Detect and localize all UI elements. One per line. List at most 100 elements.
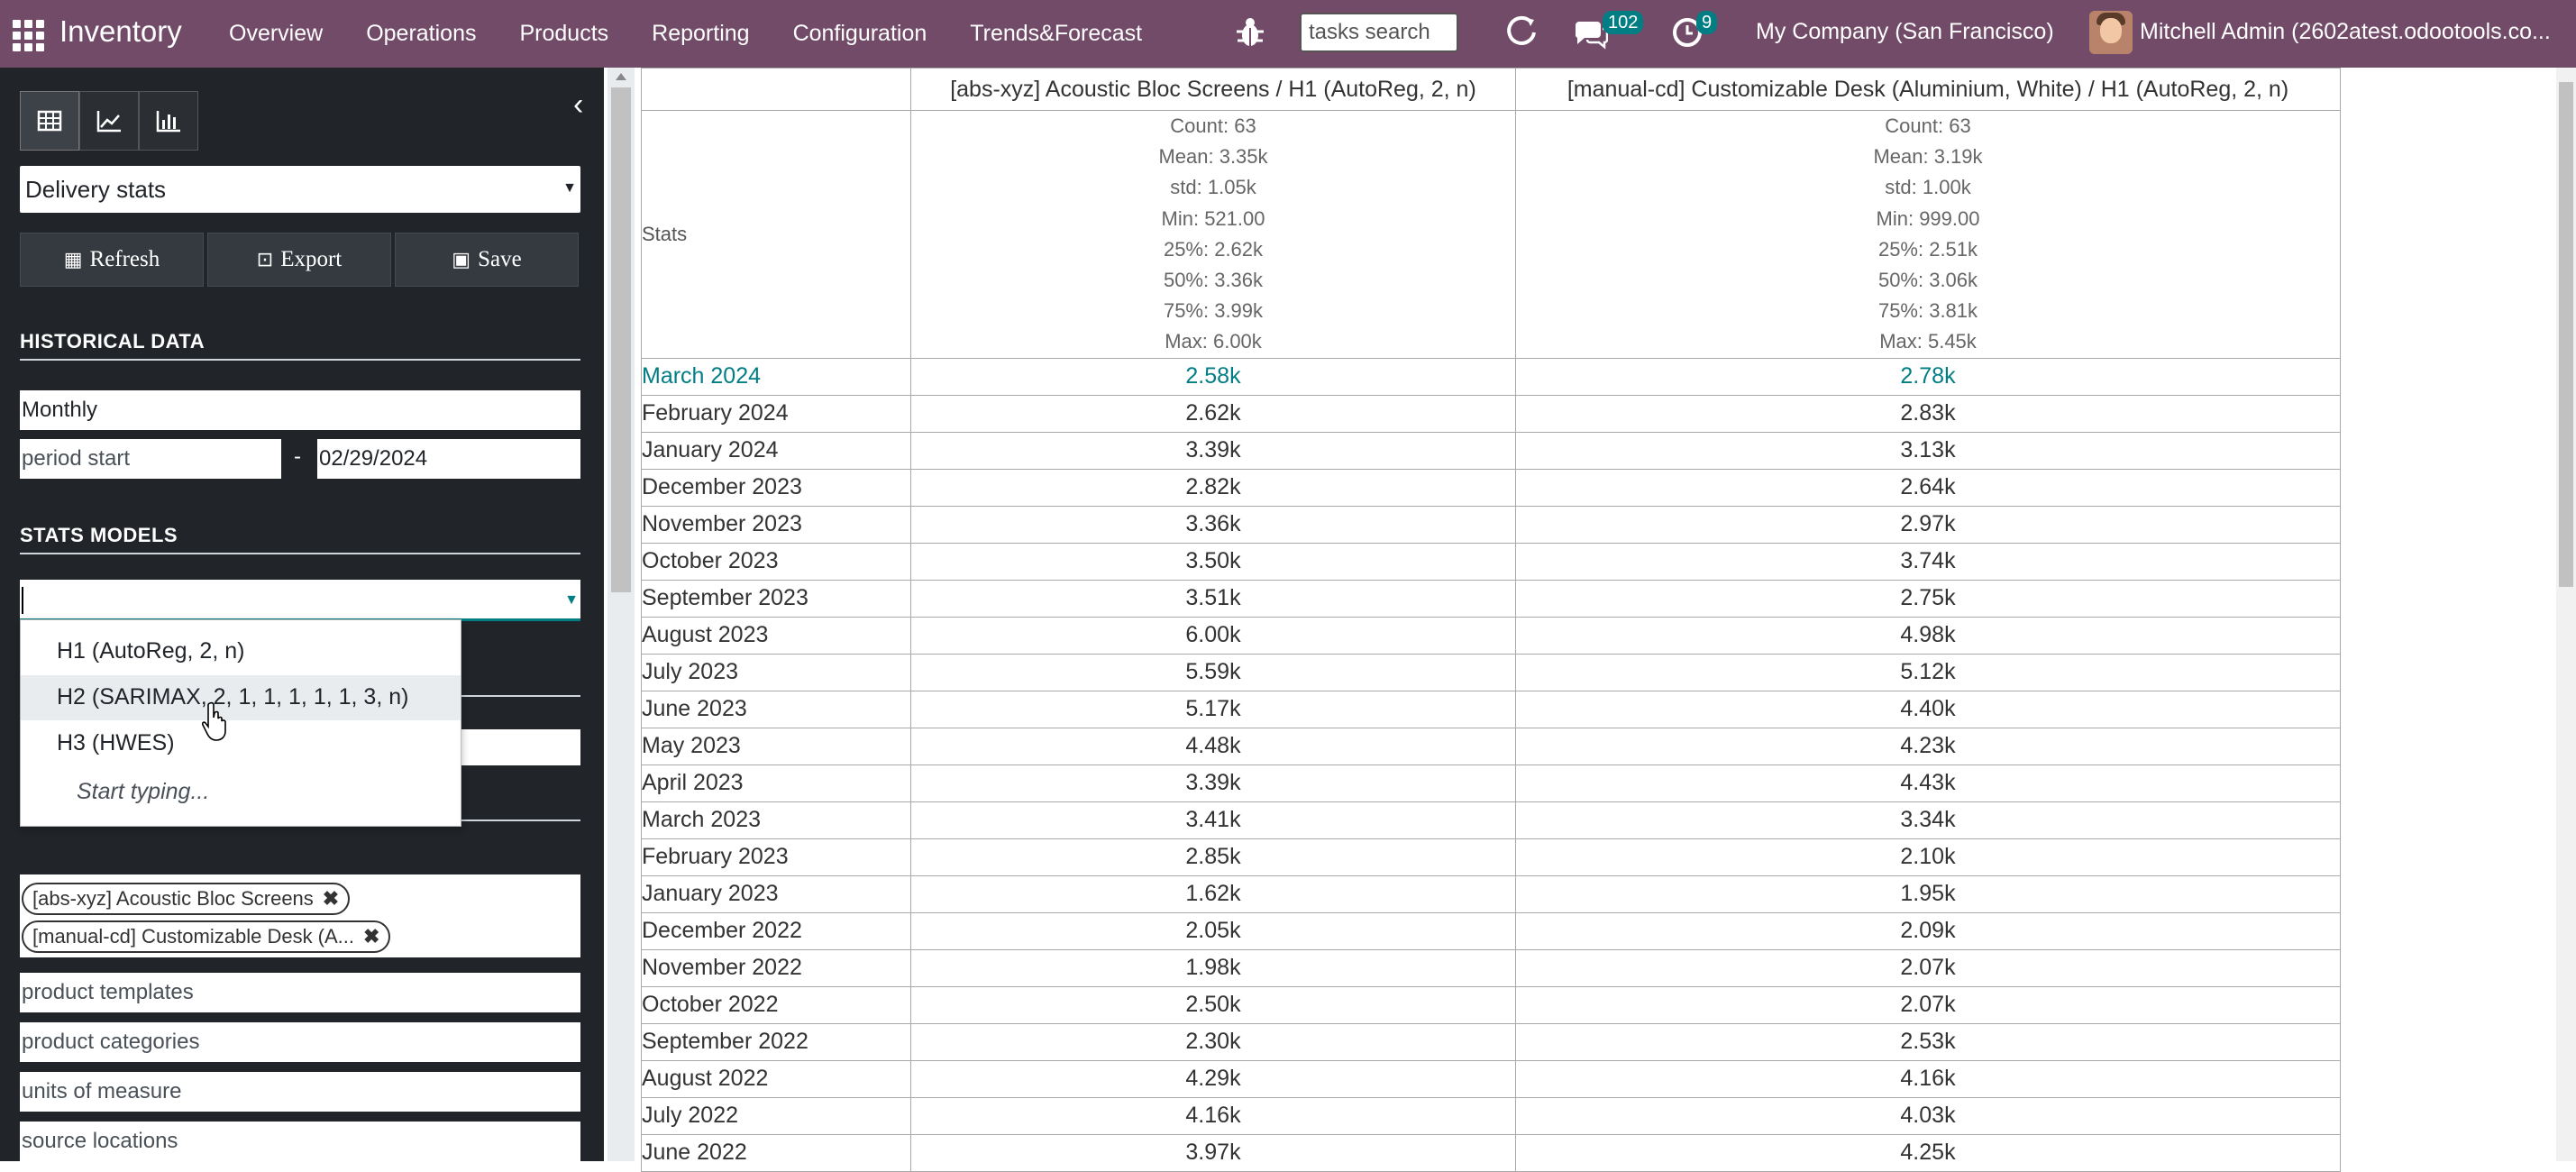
value-cell[interactable]: 2.82k (910, 468, 1516, 507)
dropdown-option-h1[interactable]: H1 (AutoReg, 2, n) (21, 629, 461, 674)
row-period-label[interactable]: March 2023 (641, 801, 911, 839)
value-cell[interactable]: 3.39k (910, 764, 1516, 802)
value-cell[interactable]: 4.29k (910, 1059, 1516, 1098)
value-cell[interactable]: 2.75k (1515, 579, 2341, 618)
value-cell[interactable]: 4.16k (1515, 1059, 2341, 1098)
value-cell[interactable]: 2.07k (1515, 948, 2341, 987)
row-period-label[interactable]: June 2023 (641, 690, 911, 728)
value-cell[interactable]: 4.03k (1515, 1096, 2341, 1135)
menu-products[interactable]: Products (519, 21, 608, 47)
sync-icon[interactable] (1503, 14, 1539, 50)
app-menu-icon[interactable] (9, 16, 44, 51)
stats-model-select[interactable]: Delivery stats ▼ (20, 166, 580, 213)
value-cell[interactable]: 4.43k (1515, 764, 2341, 802)
scrollbar-thumb[interactable] (611, 87, 631, 592)
value-cell[interactable]: 4.40k (1515, 690, 2341, 728)
row-period-label[interactable]: November 2022 (641, 948, 911, 987)
period-start-input[interactable]: period start (20, 439, 281, 479)
row-period-label[interactable]: October 2023 (641, 542, 911, 581)
inner-scrollbar[interactable] (607, 68, 635, 1161)
value-cell[interactable]: 2.83k (1515, 394, 2341, 433)
refresh-button[interactable]: ▦ Refresh (20, 233, 204, 287)
grid-view-button[interactable] (20, 91, 79, 151)
row-period-label[interactable]: September 2023 (641, 579, 911, 618)
value-cell[interactable]: 3.41k (910, 801, 1516, 839)
row-period-label[interactable]: December 2022 (641, 911, 911, 950)
value-cell[interactable]: 2.10k (1515, 838, 2341, 876)
row-period-label[interactable]: May 2023 (641, 727, 911, 765)
scrollbar-thumb[interactable] (2559, 82, 2573, 587)
partially-hidden-field[interactable] (460, 729, 580, 765)
menu-reporting[interactable]: Reporting (652, 21, 749, 47)
remove-tag-icon[interactable]: ✖ (363, 925, 379, 948)
value-cell[interactable]: 1.98k (910, 948, 1516, 987)
row-period-label[interactable]: August 2023 (641, 616, 911, 655)
dropdown-option-h2[interactable]: H2 (SARIMAX, 2, 1, 1, 1, 1, 1, 3, n) (21, 675, 461, 720)
source-locations-input[interactable]: source locations (20, 1122, 580, 1161)
company-switcher[interactable]: My Company (San Francisco) (1756, 19, 2054, 45)
user-avatar[interactable] (2089, 11, 2133, 54)
product-categories-input[interactable]: product categories (20, 1022, 580, 1062)
value-cell[interactable]: 6.00k (910, 616, 1516, 655)
value-cell[interactable]: 5.17k (910, 690, 1516, 728)
value-cell[interactable]: 2.62k (910, 394, 1516, 433)
row-period-label[interactable]: August 2022 (641, 1059, 911, 1098)
row-period-label[interactable]: April 2023 (641, 764, 911, 802)
remove-tag-icon[interactable]: ✖ (323, 887, 339, 911)
dropdown-option-h3[interactable]: H3 (HWES) (21, 721, 461, 766)
value-cell[interactable]: 4.16k (910, 1096, 1516, 1135)
value-cell[interactable]: 2.78k (1515, 357, 2341, 396)
row-period-label[interactable]: March 2024 (641, 357, 911, 396)
product-tags-input[interactable]: [abs-xyz] Acoustic Bloc Screens ✖ [manual… (20, 874, 580, 957)
row-period-label[interactable]: December 2023 (641, 468, 911, 507)
export-button[interactable]: ⊡ Export (207, 233, 391, 287)
value-cell[interactable]: 3.74k (1515, 542, 2341, 581)
row-period-label[interactable]: October 2022 (641, 985, 911, 1024)
page-scrollbar[interactable] (2556, 68, 2576, 1161)
save-button[interactable]: ▣ Save (395, 233, 579, 287)
value-cell[interactable]: 1.95k (1515, 874, 2341, 913)
value-cell[interactable]: 3.97k (910, 1133, 1516, 1172)
bar-chart-view-button[interactable] (139, 91, 198, 151)
value-cell[interactable]: 2.50k (910, 985, 1516, 1024)
value-cell[interactable]: 4.98k (1515, 616, 2341, 655)
menu-configuration[interactable]: Configuration (793, 21, 927, 47)
stats-models-input[interactable]: ▼ (20, 580, 580, 621)
row-period-label[interactable]: February 2024 (641, 394, 911, 433)
value-cell[interactable]: 2.09k (1515, 911, 2341, 950)
value-cell[interactable]: 2.30k (910, 1022, 1516, 1061)
tasks-search-input[interactable]: tasks search (1300, 13, 1458, 52)
value-cell[interactable]: 4.23k (1515, 727, 2341, 765)
value-cell[interactable]: 2.53k (1515, 1022, 2341, 1061)
value-cell[interactable]: 1.62k (910, 874, 1516, 913)
menu-trends-forecast[interactable]: Trends&Forecast (970, 21, 1142, 47)
value-cell[interactable]: 3.50k (910, 542, 1516, 581)
row-period-label[interactable]: September 2022 (641, 1022, 911, 1061)
value-cell[interactable]: 3.36k (910, 505, 1516, 544)
value-cell[interactable]: 2.58k (910, 357, 1516, 396)
period-select[interactable]: Monthly (20, 390, 580, 430)
value-cell[interactable]: 2.05k (910, 911, 1516, 950)
units-of-measure-input[interactable]: units of measure (20, 1072, 580, 1112)
value-cell[interactable]: 3.13k (1515, 431, 2341, 470)
scroll-up-arrow-icon[interactable] (616, 73, 626, 80)
product-templates-input[interactable]: product templates (20, 973, 580, 1012)
value-cell[interactable]: 4.25k (1515, 1133, 2341, 1172)
line-chart-view-button[interactable] (79, 91, 139, 151)
period-end-input[interactable]: 02/29/2024 (317, 439, 580, 479)
app-brand[interactable]: Inventory (59, 14, 182, 49)
value-cell[interactable]: 2.64k (1515, 468, 2341, 507)
collapse-sidebar-icon[interactable]: ‹ (573, 89, 583, 120)
row-period-label[interactable]: July 2022 (641, 1096, 911, 1135)
row-period-label[interactable]: January 2023 (641, 874, 911, 913)
value-cell[interactable]: 5.59k (910, 653, 1516, 691)
value-cell[interactable]: 2.07k (1515, 985, 2341, 1024)
value-cell[interactable]: 3.51k (910, 579, 1516, 618)
user-menu[interactable]: Mitchell Admin (2602atest.odootools.co..… (2140, 19, 2576, 45)
row-period-label[interactable]: February 2023 (641, 838, 911, 876)
menu-operations[interactable]: Operations (366, 21, 476, 47)
value-cell[interactable]: 3.34k (1515, 801, 2341, 839)
row-period-label[interactable]: June 2022 (641, 1133, 911, 1172)
value-cell[interactable]: 4.48k (910, 727, 1516, 765)
debug-bug-icon[interactable] (1235, 15, 1265, 50)
